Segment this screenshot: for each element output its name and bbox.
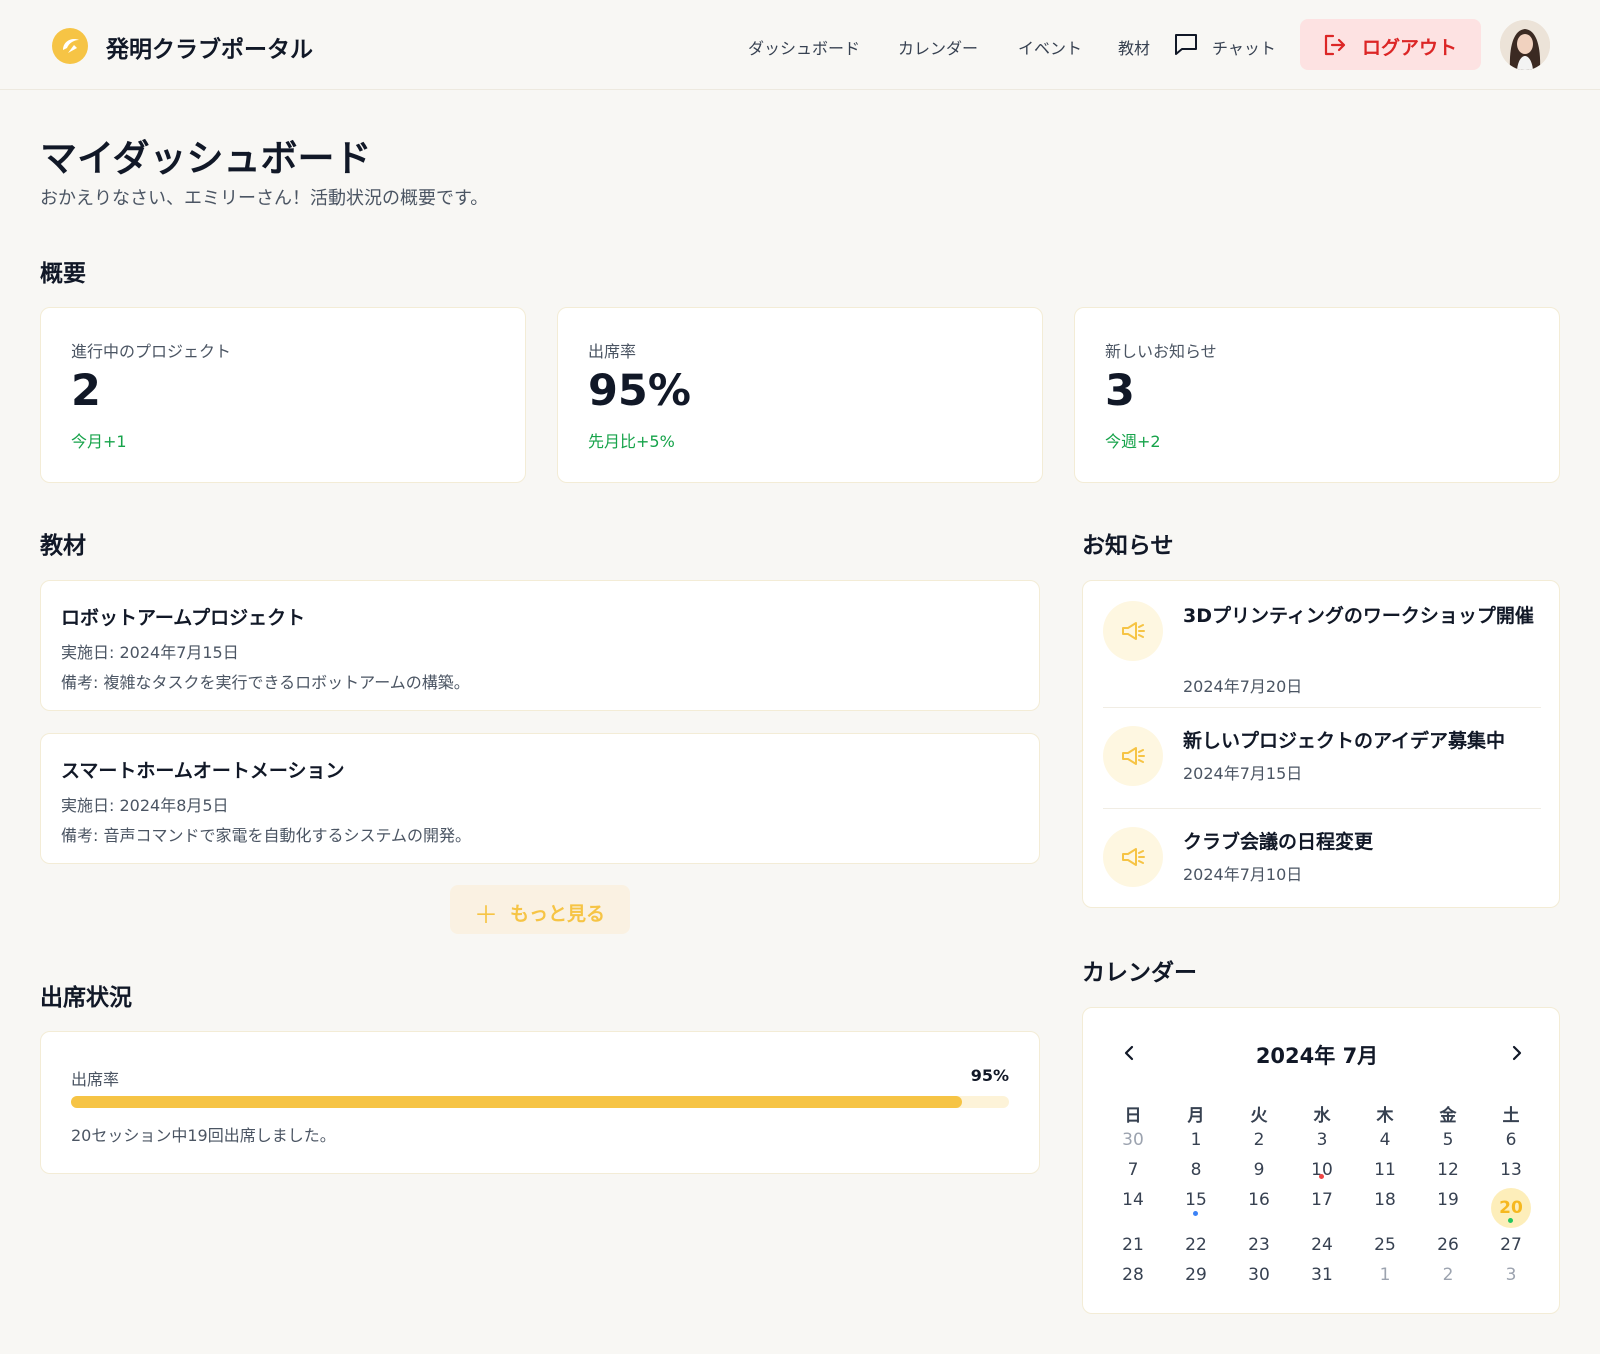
attendance-progress-track (71, 1096, 1009, 1108)
logout-icon (1324, 34, 1346, 56)
calendar-day[interactable]: 2 (1428, 1255, 1468, 1295)
calendar-month-title: 2024年 7月 (1255, 1044, 1379, 1068)
nav-materials[interactable]: 教材 (1118, 35, 1150, 59)
event-dot (1319, 1174, 1324, 1179)
event-dot (1193, 1211, 1198, 1216)
calendar-day[interactable]: 17 (1302, 1180, 1342, 1220)
nav-calendar[interactable]: カレンダー (898, 35, 978, 59)
club-logo-icon[interactable] (52, 28, 88, 64)
nav-chat[interactable]: チャット (1212, 35, 1276, 59)
calendar-day[interactable]: 30 (1239, 1255, 1279, 1295)
logout-button[interactable]: ログアウト (1300, 19, 1481, 70)
brand-title[interactable]: 発明クラブポータル (106, 30, 313, 64)
material-title: ロボットアームプロジェクト (61, 607, 306, 629)
megaphone-icon (1103, 726, 1163, 786)
calendar-day[interactable]: 15 (1176, 1180, 1216, 1220)
announcement-date: 2024年7月10日 (1183, 865, 1303, 884)
top-header: 発明クラブポータル ダッシュボード カレンダー イベント 教材 チャット ログア… (0, 0, 1600, 90)
calendar-day[interactable]: 14 (1113, 1180, 1153, 1220)
megaphone-icon (1103, 827, 1163, 887)
logout-label: ログアウト (1362, 37, 1458, 59)
calendar-day[interactable]: 28 (1113, 1255, 1153, 1295)
material-date: 実施日: 2024年7月15日 (61, 643, 239, 662)
calendar-day[interactable]: 1 (1365, 1255, 1405, 1295)
stat-card-projects: 進行中のプロジェクト 2 今月+1 (40, 307, 526, 483)
calendar-day[interactable]: 29 (1176, 1255, 1216, 1295)
attendance-note: 20セッション中19回出席しました。 (71, 1126, 336, 1145)
event-dot (1508, 1218, 1513, 1223)
announcements-heading: お知らせ (1082, 533, 1174, 559)
stat-label: 出席率 (588, 342, 637, 361)
divider (1103, 808, 1541, 809)
nav-dashboard[interactable]: ダッシュボード (748, 35, 860, 59)
overview-heading: 概要 (40, 261, 86, 287)
stat-change: 今月+1 (71, 432, 127, 451)
calendar-day[interactable]: 31 (1302, 1255, 1342, 1295)
announcements-card: 3Dプリンティングのワークショップ開催 2024年7月20日 新しいプロジェクト… (1082, 580, 1560, 908)
user-avatar[interactable] (1500, 20, 1550, 70)
attendance-progress-fill (71, 1096, 963, 1108)
stat-card-attendance: 出席率 95% 先月比+5% (557, 307, 1043, 483)
chevron-right-icon[interactable] (1507, 1043, 1527, 1063)
material-card[interactable]: スマートホームオートメーション 実施日: 2024年8月5日 備考: 音声コマン… (40, 733, 1040, 864)
materials-heading: 教材 (40, 533, 86, 559)
material-title: スマートホームオートメーション (61, 760, 345, 782)
stat-change: 今週+2 (1105, 432, 1161, 451)
material-card[interactable]: ロボットアームプロジェクト 実施日: 2024年7月15日 備考: 複雑なタスク… (40, 580, 1040, 711)
announcement-item[interactable]: 新しいプロジェクトのアイデア募集中 2024年7月15日 (1103, 726, 1541, 806)
stat-card-announcements: 新しいお知らせ 3 今週+2 (1074, 307, 1560, 483)
stat-value: 3 (1105, 366, 1135, 416)
stat-value: 2 (71, 366, 101, 416)
plus-icon: ＋ (474, 901, 498, 929)
attendance-label: 出席率 (71, 1070, 120, 1089)
attendance-value: 95% (970, 1066, 1009, 1085)
show-more-label: もっと見る (510, 903, 606, 925)
calendar-day[interactable]: 19 (1428, 1180, 1468, 1220)
announcement-item[interactable]: 3Dプリンティングのワークショップ開催 2024年7月20日 (1103, 601, 1541, 711)
calendar-day[interactable]: 3 (1491, 1255, 1531, 1295)
announcement-date: 2024年7月20日 (1183, 677, 1303, 696)
nav-events[interactable]: イベント (1018, 35, 1082, 59)
announcement-title: 新しいプロジェクトのアイデア募集中 (1183, 730, 1506, 752)
divider (1103, 707, 1541, 708)
announcement-title: クラブ会議の日程変更 (1183, 831, 1374, 853)
page-title: マイダッシュボード (40, 137, 372, 180)
attendance-card: 出席率 95% 20セッション中19回出席しました。 (40, 1031, 1040, 1174)
calendar-day[interactable]: 16 (1239, 1180, 1279, 1220)
stat-value: 95% (588, 366, 691, 416)
stat-label: 新しいお知らせ (1105, 342, 1217, 361)
announcement-item[interactable]: クラブ会議の日程変更 2024年7月10日 (1103, 827, 1541, 907)
material-note: 備考: 音声コマンドで家電を自動化するシステムの開発。 (61, 826, 471, 845)
calendar-day[interactable]: 13 (1491, 1150, 1531, 1190)
attendance-heading: 出席状況 (40, 985, 132, 1011)
announcement-title: 3Dプリンティングのワークショップ開催 (1183, 605, 1534, 627)
megaphone-icon (1103, 601, 1163, 661)
calendar-card: 2024年 7月 日月火水木金土 30 1 2 3 4 5 6 7 8 9 10 11 12 13 14 15 1… (1082, 1007, 1560, 1314)
page-subtitle: おかえりなさい、エミリーさん！活動状況の概要です。 (40, 188, 489, 209)
chat-bubble-icon[interactable] (1172, 30, 1200, 58)
material-date: 実施日: 2024年8月5日 (61, 796, 229, 815)
show-more-button[interactable]: ＋ もっと見る (450, 885, 630, 934)
material-note: 備考: 複雑なタスクを実行できるロボットアームの構築。 (61, 673, 470, 692)
announcement-date: 2024年7月15日 (1183, 764, 1303, 783)
stat-label: 進行中のプロジェクト (71, 342, 232, 361)
calendar-day[interactable]: 18 (1365, 1180, 1405, 1220)
stat-change: 先月比+5% (588, 432, 675, 451)
calendar-day-today[interactable]: 20 (1491, 1188, 1531, 1228)
calendar-heading: カレンダー (1082, 960, 1197, 986)
